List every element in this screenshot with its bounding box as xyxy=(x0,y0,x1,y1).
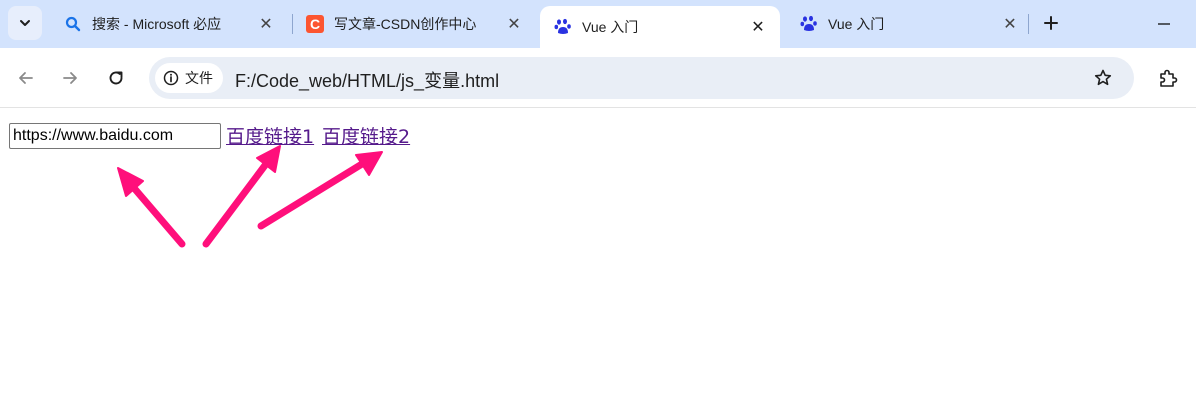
svg-text:C: C xyxy=(310,16,320,32)
url-text[interactable]: F:/Code_web/HTML/js_变量.html xyxy=(235,67,499,93)
annotation-arrow xyxy=(130,184,186,248)
address-bar[interactable]: 文件 F:/Code_web/HTML/js_变量.html xyxy=(149,57,1134,99)
reload-icon xyxy=(109,71,123,85)
minimize-button[interactable] xyxy=(1152,12,1176,36)
tab-csdn-write[interactable]: C 写文章-CSDN创作中心 ✕ xyxy=(292,6,536,42)
forward-button[interactable] xyxy=(56,64,84,92)
tab-title: 写文章-CSDN创作中心 xyxy=(334,16,477,32)
info-icon xyxy=(163,70,179,86)
arrow-right-icon xyxy=(63,72,77,84)
tab-strip: 搜索 - Microsoft 必应 ✕ C 写文章-CSDN创作中心 ✕ Vue… xyxy=(0,0,1196,48)
extensions-button[interactable] xyxy=(1154,64,1182,92)
site-info-label: 文件 xyxy=(185,70,213,86)
close-icon[interactable]: ✕ xyxy=(748,17,768,37)
tab-bing-search[interactable]: 搜索 - Microsoft 必应 ✕ xyxy=(50,6,288,42)
tab-title: Vue 入门 xyxy=(582,19,639,35)
annotation-arrow xyxy=(202,160,270,248)
browser-toolbar: 文件 F:/Code_web/HTML/js_变量.html xyxy=(0,48,1196,108)
arrow-left-icon xyxy=(19,72,33,84)
reload-button[interactable] xyxy=(102,64,130,92)
back-button[interactable] xyxy=(12,64,40,92)
annotation-arrow xyxy=(257,160,366,230)
tab-search-button[interactable] xyxy=(8,6,42,40)
chevron-down-icon xyxy=(20,20,30,26)
baidu-paw-icon xyxy=(800,15,818,33)
plus-icon xyxy=(1044,16,1058,30)
tab-title: Vue 入门 xyxy=(828,16,885,32)
search-icon xyxy=(64,15,82,33)
close-icon[interactable]: ✕ xyxy=(256,14,276,34)
tab-title: 搜索 - Microsoft 必应 xyxy=(92,16,222,32)
page-content: 百度链接1 百度链接2 xyxy=(0,108,1196,405)
puzzle-icon xyxy=(1160,69,1178,87)
close-icon[interactable]: ✕ xyxy=(504,14,524,34)
bookmark-button[interactable] xyxy=(1091,66,1115,90)
csdn-logo-icon: C xyxy=(306,15,324,33)
new-tab-button[interactable] xyxy=(1038,10,1064,36)
annotation-arrows xyxy=(117,145,383,248)
star-icon xyxy=(1094,69,1112,86)
baidu-paw-icon xyxy=(554,18,572,36)
close-icon[interactable]: ✕ xyxy=(1000,14,1020,34)
tab-separator xyxy=(1028,14,1029,34)
minimize-icon xyxy=(1158,23,1170,25)
site-info-button[interactable]: 文件 xyxy=(155,63,223,93)
tab-vue-intro-active[interactable]: Vue 入门 ✕ xyxy=(540,6,780,48)
tab-vue-intro[interactable]: Vue 入门 ✕ xyxy=(786,6,1032,42)
